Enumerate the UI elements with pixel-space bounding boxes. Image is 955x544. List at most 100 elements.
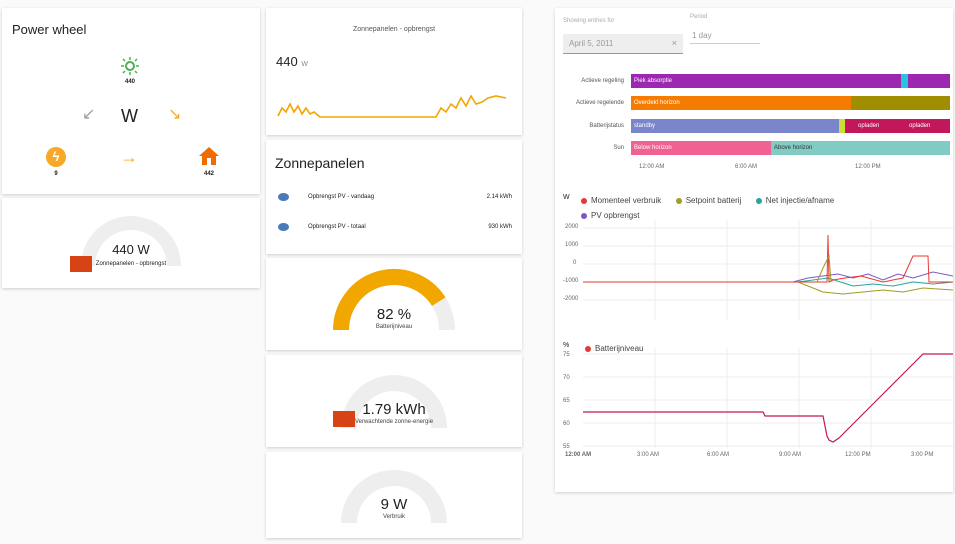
x-tick: 3:00 PM xyxy=(911,452,934,458)
solar-gauge-label: Zonnepanelen - opbrengst xyxy=(95,261,167,267)
timeline-track: Piek absorptie xyxy=(631,74,950,88)
date-picker[interactable]: April 5, 2011 × xyxy=(563,34,683,54)
timeline-row-label: Batterijstatus xyxy=(589,123,624,129)
power-wheel-card: Power wheel 440 ↙ ↘ W ϟ 9 → 442 xyxy=(2,8,260,194)
y-tick: 65 xyxy=(563,398,570,404)
solar-graph-title: Zonnepanelen - opbrengst xyxy=(352,26,436,33)
y-tick: 2000 xyxy=(565,224,579,230)
power-chart-legend: Momenteel verbruik Setpoint batterij Net… xyxy=(581,190,941,220)
timeline-track: standby opladen opladen xyxy=(631,119,950,133)
timeline-segment[interactable]: Above horizon xyxy=(771,141,950,155)
energy-gauge-value: 1.79 kWh xyxy=(362,401,426,418)
timeline-row: Batterijstatus standby opladen opladen xyxy=(555,119,953,133)
solar-graph-unit: W xyxy=(301,61,308,68)
timeline-tick: 12:00 PM xyxy=(855,164,881,170)
power-chart-unit: W xyxy=(563,194,570,201)
timeline-row-label: Sun xyxy=(613,145,624,151)
solar-graph-number: 440 xyxy=(276,54,298,69)
arrow-down-right-icon: ↘ xyxy=(168,106,182,123)
battery-gauge-label: Batterijniveau xyxy=(375,324,413,330)
timeline-row: Actieve regeling Piek absorptie xyxy=(555,74,953,88)
date-value: April 5, 2011 xyxy=(569,39,614,48)
legend-item[interactable]: Net injectie/afname xyxy=(755,196,834,205)
x-tick: 9:00 AM xyxy=(779,452,802,458)
y-tick: 1000 xyxy=(565,242,579,248)
battery-chart-unit: % xyxy=(563,342,570,349)
entity-row[interactable]: Opbrengst PV - totaal 930 kWh xyxy=(276,222,512,236)
clear-icon[interactable]: × xyxy=(672,38,677,48)
timeline-tick: 6:00 AM xyxy=(735,164,758,170)
y-tick: 0 xyxy=(573,260,577,266)
battery-gauge xyxy=(333,269,455,331)
timeline-segment[interactable]: opladen xyxy=(906,119,950,133)
date-field-label: Showing entries for xyxy=(563,18,615,24)
home-value: 442 xyxy=(203,171,214,177)
arrow-down-left-icon: ↙ xyxy=(82,106,96,123)
battery-gauge-value: 82 % xyxy=(376,306,412,323)
battery-value: 9 xyxy=(54,171,58,177)
entity-value: 930 kWh xyxy=(488,224,512,230)
y-tick: 75 xyxy=(563,352,570,358)
entities-title: Zonnepanelen xyxy=(275,155,365,171)
arrow-right-icon: → xyxy=(120,147,138,167)
gauge-arc xyxy=(81,216,181,266)
usage-gauge-card[interactable]: 9 W Verbruik xyxy=(266,452,522,538)
entity-name: Opbrengst PV - vandaag xyxy=(308,194,375,200)
x-tick: 12:00 PM xyxy=(845,452,871,458)
battery-chart-plot xyxy=(583,348,953,448)
timeline-row: Actieve regelende Overdekt horizon xyxy=(555,96,953,110)
center-unit: W xyxy=(121,106,138,126)
timeline-segment[interactable]: opladen xyxy=(855,119,901,133)
timeline-segment[interactable]: Overdekt horizon xyxy=(631,96,851,110)
y-tick: -1000 xyxy=(563,278,579,284)
period-label: Period xyxy=(690,14,708,20)
eye-icon xyxy=(278,193,289,201)
usage-gauge-label: Verbruik xyxy=(382,514,405,520)
power-wheel-title: Power wheel xyxy=(12,22,87,37)
entities-card: Zonnepanelen Opbrengst PV - vandaag 2.14… xyxy=(266,140,522,254)
solar-icon xyxy=(120,56,140,76)
period-value: 1 day xyxy=(692,31,712,40)
timeline-row: Sun Below horizon Above horizon xyxy=(555,141,953,155)
x-tick: 6:00 AM xyxy=(707,452,730,458)
battery-gauge-card[interactable]: 82 % Batterijniveau xyxy=(266,258,522,350)
timeline-segment[interactable] xyxy=(839,119,845,133)
x-tick: 12:00 AM xyxy=(565,452,592,458)
period-select[interactable]: 1 day xyxy=(690,26,760,44)
solar-value: 440 xyxy=(124,79,135,85)
timeline-segment[interactable]: Below horizon xyxy=(631,141,771,155)
legend-item[interactable]: Setpoint batterij xyxy=(675,196,741,205)
entity-row[interactable]: Opbrengst PV - vandaag 2.14 kWh xyxy=(276,192,512,206)
power-chart-plot xyxy=(583,220,953,320)
legend-item[interactable]: Momenteel verbruik xyxy=(581,196,661,205)
timeline-tick: 12:00 AM xyxy=(639,164,665,170)
eye-icon xyxy=(278,223,289,231)
timeline-row-label: Actieve regelende xyxy=(575,100,624,106)
timeline: Actieve regeling Piek absorptie Actieve … xyxy=(555,74,953,174)
history-panel: Showing entries for April 5, 2011 × Peri… xyxy=(555,8,953,492)
home-icon xyxy=(198,146,220,166)
timeline-segment[interactable]: Piek absorptie xyxy=(631,74,901,88)
timeline-row-label: Actieve regeling xyxy=(581,78,624,84)
timeline-segment[interactable]: standby xyxy=(631,119,839,133)
y-tick: -2000 xyxy=(563,296,579,302)
x-tick: 3:00 AM xyxy=(637,452,660,458)
timeline-track: Below horizon Above horizon xyxy=(631,141,950,155)
solar-graph-value: 440 W xyxy=(276,54,308,69)
y-tick: 60 xyxy=(563,421,570,427)
y-tick: 55 xyxy=(563,444,570,450)
solar-gauge-value: 440 W xyxy=(112,242,150,257)
energy-gauge-label: Verwachtende zonne-energie xyxy=(354,419,434,425)
energy-gauge-card[interactable]: 1.79 kWh Verwachtende zonne-energie xyxy=(266,355,522,447)
y-tick: 70 xyxy=(563,375,570,381)
solar-graph-card[interactable]: Zonnepanelen - opbrengst 440 W xyxy=(266,8,522,135)
entity-name: Opbrengst PV - totaal xyxy=(308,224,366,230)
entity-value: 2.14 kWh xyxy=(486,194,512,200)
battery-charging-icon: ϟ xyxy=(46,147,66,167)
timeline-track: Overdekt horizon xyxy=(631,96,950,110)
solar-gauge-card[interactable]: 440 W Zonnepanelen - opbrengst xyxy=(2,198,260,288)
usage-gauge-value: 9 W xyxy=(380,496,408,513)
legend-item[interactable]: PV opbrengst xyxy=(581,211,931,220)
solar-sparkline xyxy=(277,94,507,118)
timeline-segment[interactable] xyxy=(901,74,908,88)
